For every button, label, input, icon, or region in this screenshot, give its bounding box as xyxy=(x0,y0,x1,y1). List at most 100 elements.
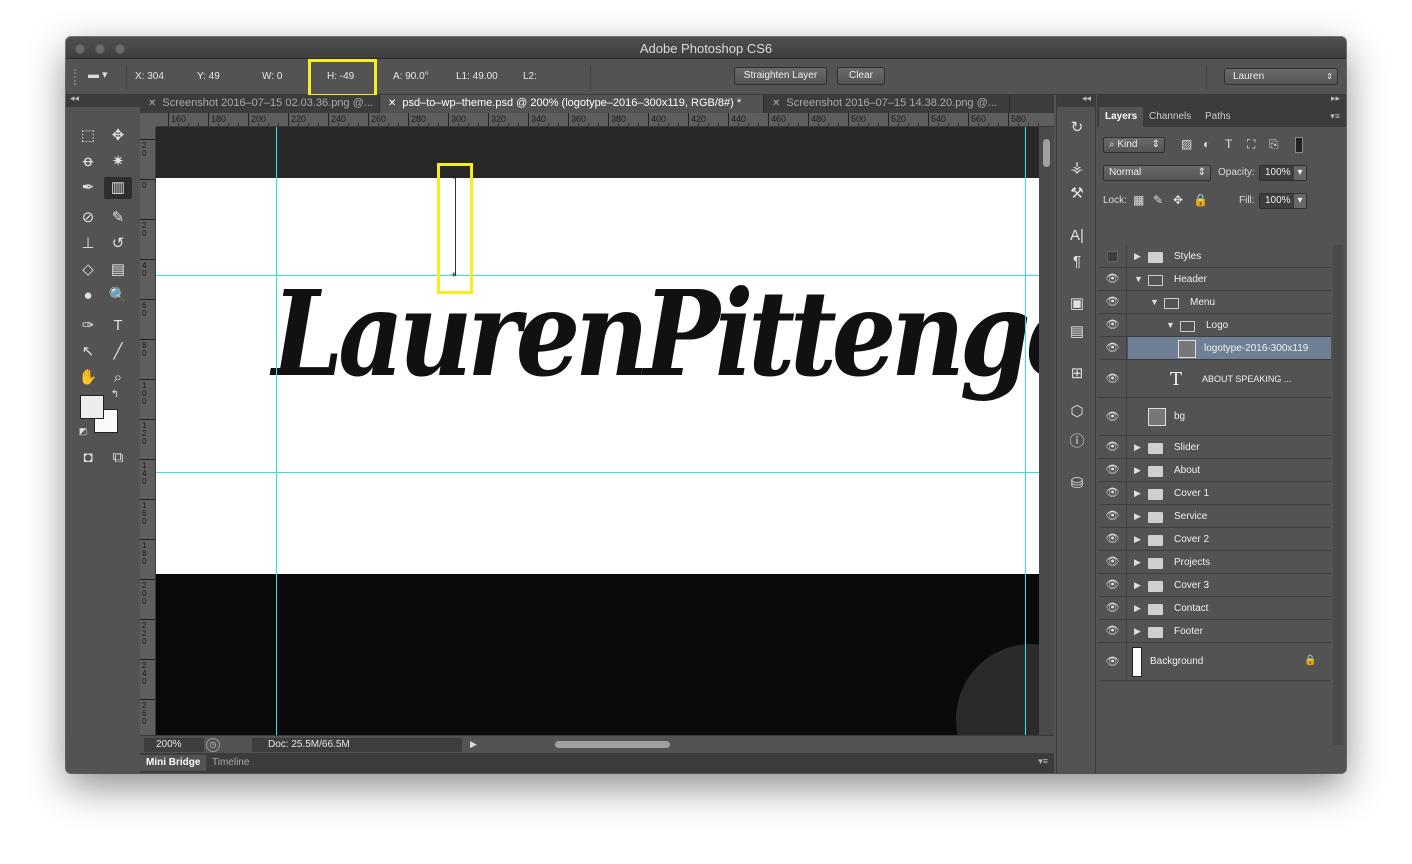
layer-row[interactable]: 👁 logotype-2016-300x119 xyxy=(1099,337,1331,360)
guide-horizontal[interactable] xyxy=(156,472,1039,473)
dropdown-arrow-icon[interactable]: ▾ xyxy=(1294,166,1306,180)
layer-row[interactable]: 👁 ▶ About xyxy=(1099,459,1331,482)
layer-name[interactable]: Contact xyxy=(1174,603,1208,614)
layer-row[interactable]: 👁 ▼ Logo xyxy=(1099,314,1331,337)
lock-all-icon[interactable]: 🔒 xyxy=(1193,193,1208,207)
visibility-eye-icon[interactable]: 👁 xyxy=(1099,597,1127,619)
share-icon[interactable]: ◷ xyxy=(206,738,220,752)
expand-triangle-icon[interactable]: ▶ xyxy=(1134,626,1141,637)
document-canvas[interactable]: LaurenPittenger + + xyxy=(156,127,1039,735)
layer-main[interactable]: ▶ Styles xyxy=(1128,245,1331,267)
status-menu-arrow-icon[interactable]: ▶ xyxy=(470,739,477,750)
history-brush-tool-icon[interactable]: ↺ xyxy=(104,233,132,255)
tab-paths[interactable]: Paths xyxy=(1199,107,1237,127)
layer-name[interactable]: Cover 1 xyxy=(1174,488,1209,499)
layer-main[interactable]: ▶ Projects xyxy=(1128,551,1331,573)
document-size[interactable]: Doc: 25.5M/66.5M xyxy=(252,738,462,752)
dodge-tool-icon[interactable]: 🔍 xyxy=(104,285,132,307)
layer-main[interactable]: ▶ Service xyxy=(1128,505,1331,527)
layer-row[interactable]: 👁 bg xyxy=(1099,398,1331,436)
path-selection-tool-icon[interactable]: ↖ xyxy=(74,341,102,363)
horizontal-scroll-thumb[interactable] xyxy=(555,741,670,748)
eyedropper-tool-icon[interactable]: ✒ xyxy=(74,177,102,199)
blur-tool-icon[interactable]: ● xyxy=(74,285,102,307)
close-tab-icon[interactable]: ✕ xyxy=(148,98,156,109)
layers-scrollbar[interactable] xyxy=(1333,245,1343,745)
clone-stamp-tool-icon[interactable]: ⊥ xyxy=(74,233,102,255)
3d-panel-icon[interactable]: ⬡ xyxy=(1064,401,1090,423)
expand-triangle-icon[interactable]: ▶ xyxy=(1134,465,1141,476)
layer-row[interactable]: 👁 ▶ Cover 3 xyxy=(1099,574,1331,597)
paragraph-panel-icon[interactable]: ¶ xyxy=(1064,251,1090,273)
layer-name[interactable]: Background xyxy=(1150,656,1203,667)
dropdown-arrow-icon[interactable]: ▾ xyxy=(1294,194,1306,208)
close-tab-icon[interactable]: ✕ xyxy=(772,98,780,109)
vertical-ruler[interactable]: 2 0 0 2 0 4 0 6 0 8 0 1 0 0 1 2 0 1 4 0 1 6 0 1 8 … xyxy=(140,127,156,735)
quick-mask-icon[interactable]: ◘ xyxy=(74,447,102,469)
layer-name[interactable]: Logo xyxy=(1206,320,1228,331)
info-icon[interactable]: ⓘ xyxy=(1064,431,1090,453)
visibility-eye-icon[interactable]: 👁 xyxy=(1099,574,1127,596)
visibility-eye-icon[interactable]: 👁 xyxy=(1099,528,1127,550)
expand-icon[interactable]: ◂◂ xyxy=(1082,93,1091,104)
visibility-eye-icon[interactable]: 👁 xyxy=(1099,337,1127,359)
expand-triangle-icon[interactable]: ▶ xyxy=(1134,603,1141,614)
healing-brush-tool-icon[interactable]: ⊘ xyxy=(74,207,102,229)
layer-row[interactable]: 👁 Background 🔒 xyxy=(1099,643,1331,681)
filter-kind-dropdown[interactable]: ⌕ Kind ⇕ xyxy=(1103,137,1165,153)
info-panel-icon[interactable]: ▣ xyxy=(1064,293,1090,315)
character-panel-icon[interactable]: A| xyxy=(1064,225,1090,247)
ruler-origin[interactable] xyxy=(140,113,156,127)
tab-mini-bridge[interactable]: Mini Bridge xyxy=(140,755,207,771)
expand-triangle-icon[interactable]: ▶ xyxy=(1134,511,1141,522)
blend-mode-dropdown[interactable]: Normal ⇕ xyxy=(1103,165,1211,181)
layer-row[interactable]: 👁 T ABOUT SPEAKING ... xyxy=(1099,360,1331,398)
horizontal-ruler[interactable]: 160 180 200 220 240 260 280 300 320 340 360 380 400 4… xyxy=(156,113,1054,127)
filter-pixel-icon[interactable]: ▨ xyxy=(1181,137,1192,151)
layer-main[interactable]: ▼ Header xyxy=(1128,268,1331,290)
magic-wand-tool-icon[interactable]: ✷ xyxy=(104,151,132,173)
layer-name[interactable]: Cover 3 xyxy=(1174,580,1209,591)
layer-main[interactable]: ▼ Logo xyxy=(1128,314,1331,336)
layer-row[interactable]: 👁 ▶ Cover 2 xyxy=(1099,528,1331,551)
visibility-eye-icon[interactable]: 👁 xyxy=(1099,620,1127,642)
layer-row[interactable]: 👁 ▶ Contact xyxy=(1099,597,1331,620)
visibility-eye-icon[interactable]: 👁 xyxy=(1099,643,1127,680)
lock-image-icon[interactable]: ✎ xyxy=(1153,193,1163,207)
visibility-eye-icon[interactable]: 👁 xyxy=(1099,436,1127,458)
layer-name[interactable]: bg xyxy=(1174,411,1185,422)
tool-presets-icon[interactable]: ⛁ xyxy=(1064,473,1090,495)
layer-row[interactable]: 👁 ▶ Service xyxy=(1099,505,1331,528)
type-tool-icon[interactable]: T xyxy=(104,315,132,337)
ruler-tool-preset-icon[interactable]: ▬ ▾ xyxy=(88,68,124,86)
brush-panel-icon[interactable]: ⚒ xyxy=(1064,183,1090,205)
zoom-level[interactable]: 200% xyxy=(144,738,204,752)
visibility-eye-icon[interactable]: 👁 xyxy=(1099,291,1127,313)
lock-transparent-icon[interactable]: ▦ xyxy=(1133,193,1144,207)
clear-button[interactable]: Clear xyxy=(837,67,885,85)
straighten-layer-button[interactable]: Straighten Layer xyxy=(734,67,827,85)
layer-row[interactable]: 👁 ▶ Cover 1 xyxy=(1099,482,1331,505)
panel-menu-icon[interactable]: ▾≡ xyxy=(1038,756,1048,767)
tab-screenshot-2[interactable]: ✕ Screenshot 2016–07–15 14.38.20.png @... xyxy=(764,95,1010,113)
lock-position-icon[interactable]: ✥ xyxy=(1173,193,1183,207)
layer-main[interactable]: ▶ Footer xyxy=(1128,620,1331,642)
visibility-box-icon[interactable] xyxy=(1099,245,1127,267)
layer-name[interactable]: Projects xyxy=(1174,557,1210,568)
layer-main[interactable]: ▶ Cover 2 xyxy=(1128,528,1331,550)
visibility-eye-icon[interactable]: 👁 xyxy=(1099,482,1127,504)
filter-toggle[interactable] xyxy=(1295,137,1303,153)
visibility-eye-icon[interactable]: 👁 xyxy=(1099,314,1127,336)
expand-triangle-icon[interactable]: ▶ xyxy=(1134,580,1141,591)
layer-main[interactable]: ▶ About xyxy=(1128,459,1331,481)
layer-name[interactable]: Slider xyxy=(1174,442,1200,453)
layer-name[interactable]: About xyxy=(1174,465,1200,476)
layer-name[interactable]: ABOUT SPEAKING ... xyxy=(1202,374,1291,384)
layer-main[interactable]: Background 🔒 xyxy=(1128,643,1331,680)
layer-row[interactable]: 👁 ▶ Slider xyxy=(1099,436,1331,459)
tab-psd-to-wp-theme[interactable]: ✕ psd–to–wp–theme.psd @ 200% (logotype–20… xyxy=(380,95,764,113)
visibility-eye-icon[interactable]: 👁 xyxy=(1099,459,1127,481)
expand-triangle-icon[interactable]: ▶ xyxy=(1134,488,1141,499)
layer-name[interactable]: Footer xyxy=(1174,626,1203,637)
screen-mode-icon[interactable]: ⧉ xyxy=(104,447,132,469)
